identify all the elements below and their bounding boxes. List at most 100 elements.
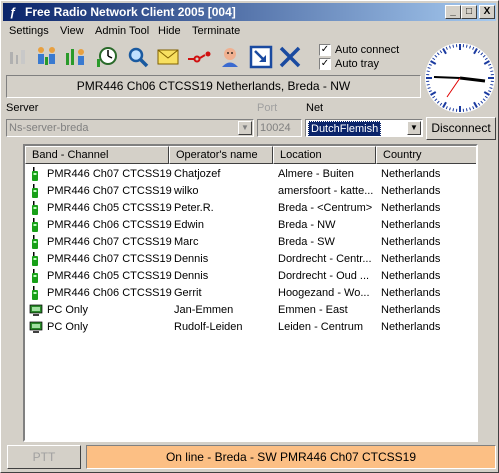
clock-tool-icon[interactable] [94, 43, 120, 71]
list-header: Band - Channel Operator's name Location … [25, 146, 476, 164]
cell-operator: Rudolf-Leiden [174, 321, 243, 333]
cell-country: Netherlands [381, 287, 441, 299]
cell-country: Netherlands [381, 202, 441, 214]
menu-admin-tool[interactable]: Admin Tool [95, 25, 149, 37]
menu-settings[interactable]: Settings [9, 25, 49, 37]
chevron-down-icon[interactable]: ▼ [407, 121, 421, 135]
port-field[interactable]: 10024 [257, 119, 302, 137]
people-icon[interactable] [34, 43, 60, 71]
clock-tick [426, 70, 430, 73]
connect-link-icon[interactable] [186, 43, 212, 71]
maximize-button[interactable]: □ [461, 5, 477, 19]
cell-channel: PMR446 Ch05 CTCSS19 [47, 202, 172, 214]
table-row[interactable]: PMR446 Ch07 CTCSS19 Marc Breda - SW Netherl… [25, 234, 476, 251]
analog-clock [423, 41, 497, 115]
search-icon[interactable] [125, 43, 151, 71]
table-row[interactable]: PMR446 Ch07 CTCSS19 wilko amersfoort - kat… [25, 183, 476, 200]
clock-tick [465, 44, 468, 48]
mail-icon[interactable] [155, 43, 181, 71]
table-row[interactable]: PMR446 Ch05 CTCSS19 Dennis Dordrecht - Oud… [25, 268, 476, 285]
pc-monitor-icon [29, 303, 43, 318]
column-header-band-channel[interactable]: Band - Channel [25, 146, 169, 164]
close-x-icon[interactable] [277, 43, 303, 71]
walkie-talkie-icon [29, 201, 43, 216]
walkie-talkie-icon [29, 235, 43, 250]
operator-list[interactable]: Band - Channel Operator's name Location … [23, 144, 478, 442]
title-bar[interactable]: ƒ Free Radio Network Client 2005 [004] _… [3, 3, 496, 21]
clock-tick [490, 83, 494, 86]
cell-location: Breda - <Centrum> [278, 202, 373, 214]
current-channel-status: PMR446 Ch06 CTCSS19 Netherlands, Breda -… [6, 75, 421, 98]
column-header-operator[interactable]: Operator's name [169, 146, 273, 164]
clock-tick [452, 44, 455, 48]
close-button[interactable]: X [479, 5, 495, 19]
window-title: Free Radio Network Client 2005 [004] [25, 5, 236, 19]
check-icon[interactable]: ✓ [319, 58, 331, 70]
disabled-channel-icon[interactable] [5, 43, 31, 71]
server-label: Server [6, 102, 39, 114]
table-row[interactable]: PMR446 Ch07 CTCSS19 Chatjozef Almere - Bui… [25, 166, 476, 183]
clock-tick [452, 108, 455, 112]
cell-operator: Jan-Emmen [174, 304, 234, 316]
cell-country: Netherlands [381, 168, 441, 180]
table-row[interactable]: PMR446 Ch05 CTCSS19 Peter.R. Breda - <Cent… [25, 200, 476, 217]
table-row[interactable]: PC Only Jan-Emmen Emmen - East Netherlands [25, 302, 476, 319]
cell-country: Netherlands [381, 304, 441, 316]
cell-channel: PMR446 Ch06 CTCSS19 [47, 219, 172, 231]
cell-operator: Dennis [174, 270, 209, 282]
user-face-icon[interactable] [217, 43, 243, 71]
cell-operator: Marc [174, 236, 199, 248]
column-header-country[interactable]: Country [376, 146, 476, 164]
contacts-icon[interactable] [63, 43, 89, 71]
walkie-talkie-icon [29, 252, 43, 267]
minimize-arrow-icon[interactable] [248, 43, 274, 71]
port-label: Port [257, 102, 278, 114]
cell-country: Netherlands [381, 219, 441, 231]
cell-channel: PMR446 Ch07 CTCSS19 [47, 236, 172, 248]
cell-channel: PC Only [47, 321, 88, 333]
table-row[interactable]: PMR446 Ch07 CTCSS19 Dennis Dordrecht - Cen… [25, 251, 476, 268]
clock-tick [490, 70, 494, 73]
clock-tick [426, 83, 430, 86]
check-icon[interactable]: ✓ [319, 44, 331, 56]
net-label: Net [306, 102, 324, 114]
cell-channel: PMR446 Ch07 CTCSS19 [47, 185, 172, 197]
cell-country: Netherlands [381, 321, 441, 333]
app-window: ƒ Free Radio Network Client 2005 [004] _… [0, 0, 499, 473]
ptt-button[interactable]: PTT [7, 445, 81, 469]
cell-channel: PC Only [47, 304, 88, 316]
menu-bar: Settings View Admin Tool Hide Terminate [3, 23, 413, 41]
walkie-talkie-icon [29, 269, 43, 284]
server-select[interactable]: Ns-server-breda ▼ [6, 119, 254, 137]
antenna-icon: ƒ [9, 5, 17, 19]
walkie-talkie-icon [29, 184, 43, 199]
minimize-button[interactable]: _ [445, 5, 461, 19]
disconnect-button[interactable]: Disconnect [426, 117, 496, 140]
cell-location: Dordrecht - Oud ... [278, 270, 370, 282]
cell-location: Dordrecht - Centr... [278, 253, 372, 265]
cell-operator: wilko [174, 185, 199, 197]
cell-location: Emmen - East [278, 304, 348, 316]
cell-location: Breda - SW [278, 236, 335, 248]
cell-country: Netherlands [381, 185, 441, 197]
cell-location: Leiden - Centrum [278, 321, 363, 333]
chevron-down-icon[interactable]: ▼ [238, 121, 252, 135]
table-row[interactable]: PMR446 Ch06 CTCSS19 Gerrit Hoogezand - Wo.… [25, 285, 476, 302]
column-header-location[interactable]: Location [273, 146, 376, 164]
cell-channel: PMR446 Ch07 CTCSS19 [47, 168, 172, 180]
pc-monitor-icon [29, 320, 43, 335]
cell-location: Breda - NW [278, 219, 336, 231]
cell-country: Netherlands [381, 253, 441, 265]
cell-operator: Gerrit [174, 287, 202, 299]
walkie-talkie-icon [29, 286, 43, 301]
walkie-talkie-icon [29, 218, 43, 233]
cell-location: Hoogezand - Wo... [278, 287, 370, 299]
menu-hide[interactable]: Hide [158, 25, 181, 37]
menu-view[interactable]: View [60, 25, 84, 37]
table-row[interactable]: PMR446 Ch06 CTCSS19 Edwin Breda - NW Nether… [25, 217, 476, 234]
net-select[interactable]: DutchFlemish ▼ [305, 119, 423, 137]
cell-location: Almere - Buiten [278, 168, 354, 180]
menu-terminate[interactable]: Terminate [192, 25, 240, 37]
cell-channel: PMR446 Ch05 CTCSS19 [47, 270, 172, 282]
table-row[interactable]: PC Only Rudolf-Leiden Leiden - Centrum Neth… [25, 319, 476, 336]
